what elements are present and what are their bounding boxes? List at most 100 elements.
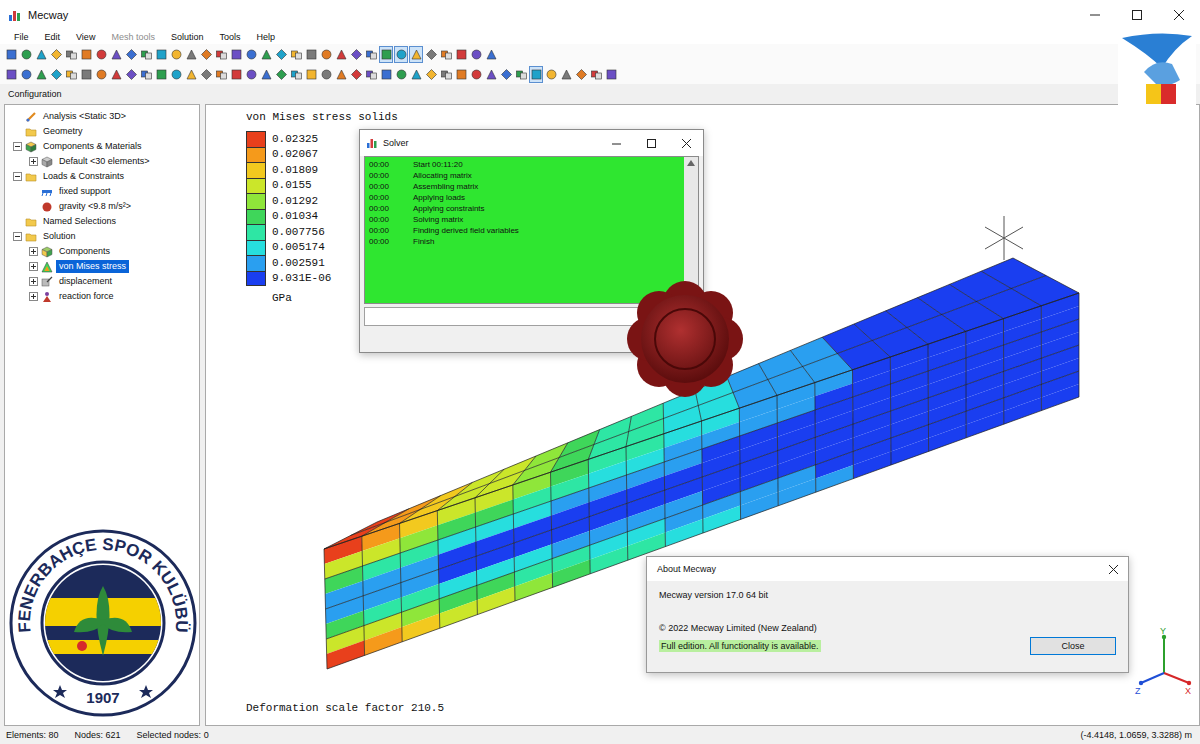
close-icon[interactable] <box>682 139 691 148</box>
toolbar-button[interactable] <box>394 46 408 63</box>
toolbar-button[interactable] <box>214 46 228 63</box>
toolbar-button[interactable] <box>34 66 48 83</box>
toolbar-button[interactable] <box>109 66 123 83</box>
toolbar-button[interactable] <box>169 66 183 83</box>
menu-item[interactable]: File <box>6 30 37 44</box>
toolbar-button[interactable] <box>244 46 258 63</box>
tree-item[interactable]: reaction force <box>5 289 199 304</box>
toolbar-button[interactable] <box>454 66 468 83</box>
maximize-icon[interactable] <box>647 139 656 148</box>
toolbar-button[interactable] <box>364 66 378 83</box>
toolbar-button[interactable] <box>229 46 243 63</box>
toolbar-button[interactable] <box>124 66 138 83</box>
expand-toggle-icon[interactable] <box>13 172 22 181</box>
toolbar-button[interactable] <box>289 46 303 63</box>
toolbar-button[interactable] <box>199 46 213 63</box>
toolbar-button[interactable] <box>4 46 18 63</box>
toolbar-button[interactable] <box>469 46 483 63</box>
expand-toggle-icon[interactable] <box>29 247 38 256</box>
toolbar-button[interactable] <box>79 66 93 83</box>
tree-item[interactable]: Components & Materials <box>5 139 199 154</box>
toolbar-button[interactable] <box>304 46 318 63</box>
toolbar-button[interactable] <box>94 66 108 83</box>
tree-item[interactable]: von Mises stress <box>5 259 199 274</box>
toolbar-button[interactable] <box>484 46 498 63</box>
menu-item[interactable]: Edit <box>37 30 69 44</box>
toolbar-button[interactable] <box>574 66 588 83</box>
close-icon[interactable] <box>1109 565 1118 574</box>
minimize-button[interactable] <box>1074 0 1116 30</box>
about-dialog[interactable]: About MecwayMecway version 17.0 64 bit© … <box>646 556 1129 673</box>
toolbar-button[interactable] <box>364 46 378 63</box>
tree-item[interactable]: Components <box>5 244 199 259</box>
tree-item[interactable]: fixed support <box>5 184 199 199</box>
toolbar-button[interactable] <box>79 46 93 63</box>
toolbar-button[interactable] <box>154 46 168 63</box>
expand-toggle-icon[interactable] <box>13 232 22 241</box>
scroll-up-icon[interactable] <box>687 160 695 166</box>
toolbar-button[interactable] <box>289 66 303 83</box>
toolbar-button[interactable] <box>4 66 18 83</box>
toolbar-button[interactable] <box>559 66 573 83</box>
toolbar-button[interactable] <box>334 66 348 83</box>
toolbar-button[interactable] <box>349 66 363 83</box>
model-view[interactable]: von Mises stress solids0.023250.020670.0… <box>205 104 1200 726</box>
menu-item[interactable]: Tools <box>211 30 248 44</box>
toolbar-button[interactable] <box>424 46 438 63</box>
toolbar-button[interactable] <box>124 46 138 63</box>
toolbar-button[interactable] <box>589 66 603 83</box>
toolbar-button[interactable] <box>19 66 33 83</box>
tree-item[interactable]: displacement <box>5 274 199 289</box>
toolbar-button[interactable] <box>409 46 423 63</box>
toolbar-button[interactable] <box>454 46 468 63</box>
toolbar-button[interactable] <box>274 66 288 83</box>
toolbar-button[interactable] <box>379 46 393 63</box>
toolbar-button[interactable] <box>394 66 408 83</box>
toolbar-button[interactable] <box>499 66 513 83</box>
expand-toggle-icon[interactable] <box>29 262 38 271</box>
toolbar-button[interactable] <box>469 66 483 83</box>
expand-toggle-icon[interactable] <box>29 157 38 166</box>
tree-item[interactable]: gravity <9.8 m/s²> <box>5 199 199 214</box>
menu-item[interactable]: View <box>68 30 103 44</box>
toolbar-button[interactable] <box>139 46 153 63</box>
toolbar-button[interactable] <box>199 66 213 83</box>
close-button[interactable] <box>1158 0 1200 30</box>
toolbar-button[interactable] <box>349 46 363 63</box>
tree-item[interactable]: Geometry <box>5 124 199 139</box>
toolbar-button[interactable] <box>19 46 33 63</box>
toolbar-button[interactable] <box>604 66 618 83</box>
toolbar-button[interactable] <box>319 46 333 63</box>
toolbar-button[interactable] <box>304 66 318 83</box>
expand-toggle-icon[interactable] <box>29 292 38 301</box>
toolbar-button[interactable] <box>334 46 348 63</box>
tree-item[interactable]: Default <30 elements> <box>5 154 199 169</box>
toolbar-button[interactable] <box>214 66 228 83</box>
toolbar-button[interactable] <box>229 66 243 83</box>
menu-item[interactable]: Help <box>248 30 283 44</box>
tree-item[interactable]: Loads & Constraints <box>5 169 199 184</box>
close-button[interactable]: Close <box>1030 637 1116 655</box>
toolbar-button[interactable] <box>154 66 168 83</box>
toolbar-button[interactable] <box>379 66 393 83</box>
toolbar-button[interactable] <box>424 66 438 83</box>
toolbar-button[interactable] <box>139 66 153 83</box>
toolbar-button[interactable] <box>184 66 198 83</box>
menu-item[interactable]: Mesh tools <box>103 30 163 44</box>
toolbar-button[interactable] <box>259 66 273 83</box>
tree-item[interactable]: Analysis <Static 3D> <box>5 109 199 124</box>
toolbar-button[interactable] <box>484 66 498 83</box>
toolbar-button[interactable] <box>274 46 288 63</box>
toolbar-button[interactable] <box>64 46 78 63</box>
toolbar-button[interactable] <box>184 46 198 63</box>
tree-item[interactable]: Named Selections <box>5 214 199 229</box>
expand-toggle-icon[interactable] <box>29 277 38 286</box>
toolbar-button[interactable] <box>64 66 78 83</box>
minimize-icon[interactable] <box>612 139 621 148</box>
toolbar-button[interactable] <box>544 66 558 83</box>
toolbar-button[interactable] <box>94 46 108 63</box>
toolbar-button[interactable] <box>409 66 423 83</box>
toolbar-button[interactable] <box>109 46 123 63</box>
toolbar-button[interactable] <box>169 46 183 63</box>
toolbar-button[interactable] <box>49 46 63 63</box>
